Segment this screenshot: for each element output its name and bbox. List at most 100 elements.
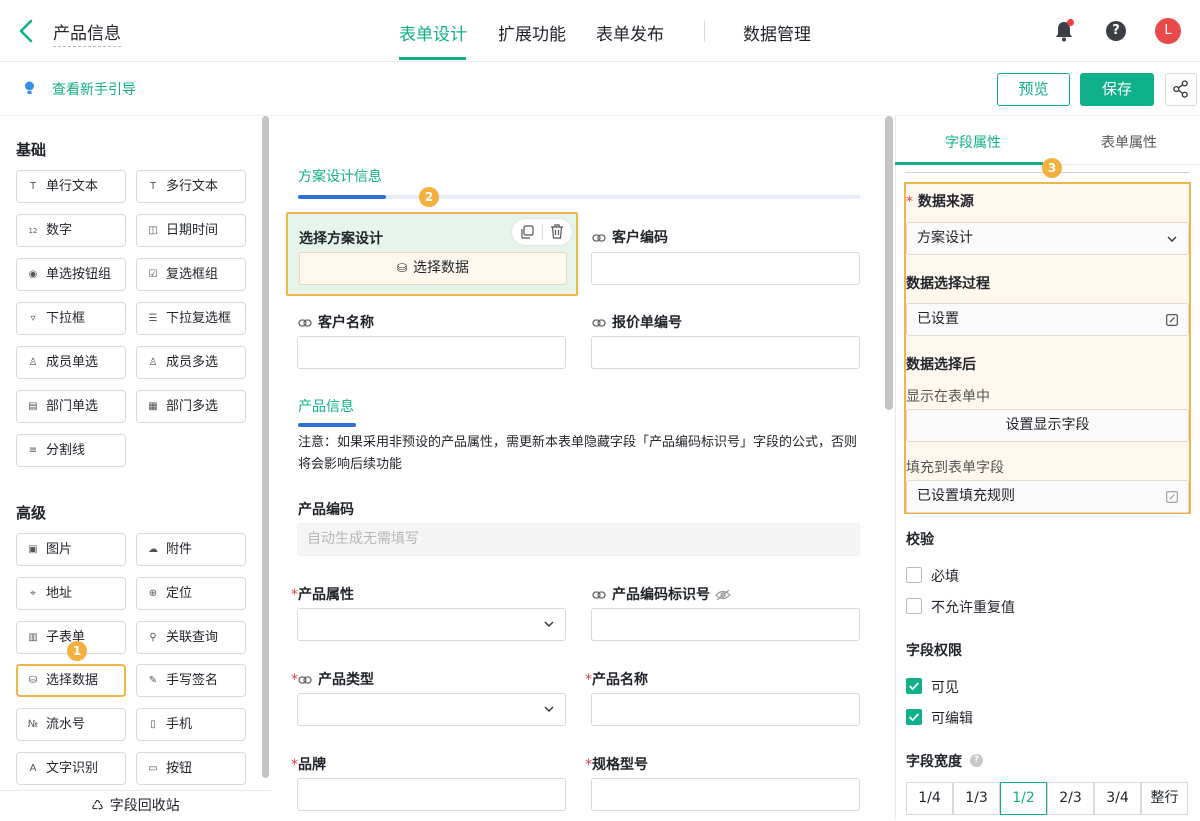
back-arrow-icon[interactable] [14,18,40,44]
ocr-icon: A [29,763,37,774]
chevron-down-icon [544,621,554,627]
tab-field-properties[interactable]: 字段属性 [945,132,1001,152]
no-duplicate-checkbox[interactable] [906,598,922,614]
no-duplicate-label: 不允许重复值 [931,600,1015,616]
link-icon [298,319,312,327]
basic-section-title: 基础 [16,141,47,159]
width-option-1-4[interactable]: 1/4 [906,782,953,815]
data-source-select[interactable]: 方案设计 [906,222,1189,255]
field-label-product-attr: *产品属性 [291,587,354,603]
fill-rule-field[interactable]: 已设置填充规则 [906,480,1189,513]
tab-form-publish[interactable]: 表单发布 [596,20,664,45]
visible-checkbox[interactable] [906,678,922,694]
selected-field-card[interactable]: 选择方案设计 ⛁ 选择数据 [286,212,578,296]
set-display-fields-button[interactable]: 设置显示字段 [906,409,1189,442]
text-icon: T [29,181,37,192]
width-option-1-3[interactable]: 1/3 [953,782,1000,815]
advanced-section-title: 高级 [16,504,47,522]
page-title[interactable]: 产品信息 [53,19,121,47]
database-icon: ⛁ [28,675,38,686]
product-code-input[interactable]: 自动生成无需填写 [297,523,860,556]
phone-icon: ▯ [150,719,156,730]
button-icon: ▭ [148,763,158,774]
widget-dropdown[interactable]: ▿ 下拉框 [16,302,126,335]
tab-form-properties[interactable]: 表单属性 [1101,132,1157,152]
field-label-product-type: * 产品类型 [291,672,374,688]
widget-phone[interactable]: ▯ 手机 [136,708,246,741]
crosshair-icon: ⊕ [148,588,158,599]
canvas-scrollbar[interactable] [885,116,893,410]
list-icon: ☰ [148,313,158,324]
quote-number-input[interactable] [591,336,860,369]
beginner-guide-link[interactable]: 查看新手引导 [52,79,136,99]
spec-input[interactable] [591,778,860,811]
required-checkbox[interactable] [906,567,922,583]
customer-code-input[interactable] [591,252,860,285]
widget-signature[interactable]: ✎ 手写签名 [136,664,246,697]
widget-dept-multi[interactable]: ▦ 部门多选 [136,390,246,423]
width-option-2-3[interactable]: 2/3 [1047,782,1094,815]
tab-data-management[interactable]: 数据管理 [743,20,811,45]
width-option-3-4[interactable]: 3/4 [1094,782,1141,815]
widget-button[interactable]: ▭ 按钮 [136,752,246,785]
widget-select-data[interactable]: ⛁ 选择数据 [16,664,126,697]
text-icon: T [149,181,157,192]
help-icon[interactable]: ? [1106,21,1126,41]
widget-dept-single[interactable]: ▤ 部门单选 [16,390,126,423]
nav-divider [704,20,705,42]
widget-number[interactable]: 12 数字 [16,214,126,247]
widget-checkbox-group[interactable]: ☑ 复选框组 [136,258,246,291]
widget-multi-line-text[interactable]: T 多行文本 [136,170,246,203]
chevron-down-icon [544,706,554,712]
step-badge-3: 3 [1042,158,1062,178]
data-process-field[interactable]: 已设置 [906,303,1189,336]
field-label-product-code: 产品编码 [298,502,354,518]
widget-serial-number[interactable]: № 流水号 [16,708,126,741]
preview-button[interactable]: 预览 [997,73,1070,106]
widget-address[interactable]: ⌖ 地址 [16,577,126,610]
widget-linked-query[interactable]: ⚲ 关联查询 [136,621,246,654]
widget-member-multi[interactable]: ♙ 成员多选 [136,346,246,379]
widget-ocr[interactable]: A 文字识别 [16,752,126,785]
step-badge-1: 1 [67,641,87,661]
left-scrollbar[interactable] [262,116,269,778]
widget-dropdown-multi[interactable]: ☰ 下拉复选框 [136,302,246,335]
edit-icon[interactable] [1166,314,1178,326]
customer-name-input[interactable] [297,336,566,369]
share-button[interactable] [1165,73,1197,106]
widget-single-line-text[interactable]: T 单行文本 [16,170,126,203]
product-attr-select[interactable] [297,608,566,641]
widget-attachment[interactable]: ☁ 附件 [136,533,246,566]
widget-datetime[interactable]: ◫ 日期时间 [136,214,246,247]
avatar[interactable]: L [1155,18,1181,44]
check-icon [909,682,920,691]
product-name-input[interactable] [591,693,860,726]
user-icon: ♙ [28,357,38,368]
field-recycle-bin[interactable]: ♺ 字段回收站 [0,790,271,820]
question-icon[interactable]: ? [970,754,983,767]
width-option-full[interactable]: 整行 [1141,782,1188,815]
copy-icon[interactable] [520,225,534,239]
tab-extensions[interactable]: 扩展功能 [498,20,566,45]
editable-checkbox[interactable] [906,709,922,725]
widget-location[interactable]: ⊕ 定位 [136,577,246,610]
serial-icon: № [27,719,39,730]
tab-form-design[interactable]: 表单设计 [399,20,467,45]
product-code-id-input[interactable] [591,608,860,641]
select-data-button[interactable]: ⛁ 选择数据 [299,252,567,285]
field-label-customer-code: 客户编码 [592,227,668,247]
required-label: 必填 [931,569,959,585]
widget-member-single[interactable]: ♙ 成员单选 [16,346,126,379]
widget-divider[interactable]: ≡ 分割线 [16,434,126,467]
field-label-product-code-id: 产品编码标识号 [592,584,731,604]
widget-radio-group[interactable]: ◉ 单选按钮组 [16,258,126,291]
product-type-select[interactable] [297,693,566,726]
editable-label: 可编辑 [931,711,973,727]
widget-image[interactable]: ▣ 图片 [16,533,126,566]
width-option-1-2[interactable]: 1/2 [1000,782,1047,815]
edit-icon[interactable] [1166,491,1178,503]
active-tab-indicator [399,57,466,60]
brand-input[interactable] [297,778,566,811]
delete-icon[interactable] [550,224,564,239]
save-button[interactable]: 保存 [1080,73,1154,106]
